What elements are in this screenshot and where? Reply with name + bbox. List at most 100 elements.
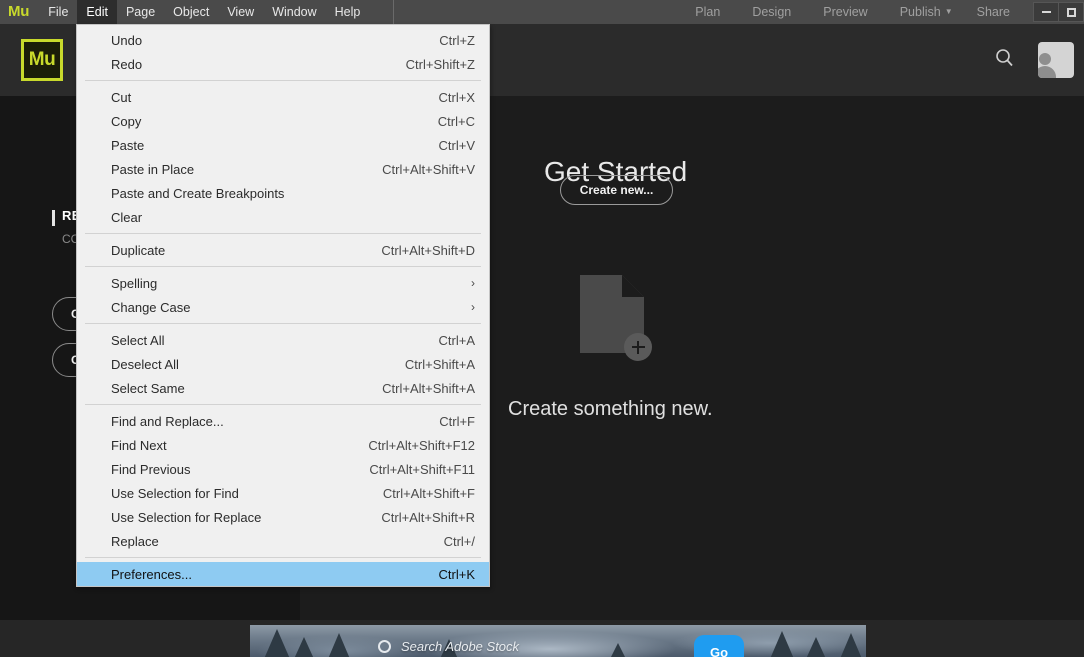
- menu-item-copy[interactable]: Copy Ctrl+C: [77, 109, 489, 133]
- menu-item-shortcut: Ctrl+X: [438, 89, 475, 105]
- menu-item-shortcut: Ctrl+Alt+Shift+F11: [369, 461, 475, 477]
- plus-badge-icon: [624, 333, 652, 361]
- menu-item-shortcut: Ctrl+Shift+A: [404, 356, 475, 372]
- menu-item-label: Deselect All: [111, 356, 179, 372]
- adobe-stock-banner[interactable]: Search Adobe Stock Go: [250, 625, 866, 657]
- menu-item-redo[interactable]: Redo Ctrl+Shift+Z: [77, 52, 489, 76]
- maximize-button[interactable]: [1058, 2, 1084, 22]
- menu-item-select-all[interactable]: Select All Ctrl+A: [77, 328, 489, 352]
- minimize-button[interactable]: [1033, 2, 1059, 22]
- create-new-button[interactable]: Create new...: [560, 175, 673, 205]
- menu-item-find-next[interactable]: Find Next Ctrl+Alt+Shift+F12: [77, 433, 489, 457]
- mode-link-design[interactable]: Design: [736, 0, 807, 24]
- menu-bar-item-window[interactable]: Window: [263, 0, 325, 24]
- mode-link-preview[interactable]: Preview: [807, 0, 883, 24]
- menu-item-label: Paste in Place: [111, 161, 195, 177]
- menu-item-label: Change Case: [111, 299, 191, 315]
- menu-item-cut[interactable]: Cut Ctrl+X: [77, 85, 489, 109]
- menu-item-shortcut: Ctrl+Shift+Z: [405, 56, 475, 72]
- menu-separator: [85, 323, 481, 324]
- menu-item-preferences[interactable]: Preferences... Ctrl+K: [77, 562, 489, 586]
- maximize-icon: [1066, 7, 1076, 17]
- menu-item-shortcut: Ctrl+Alt+Shift+F12: [368, 437, 475, 453]
- menu-item-label: Duplicate: [111, 242, 166, 258]
- menu-separator: [85, 557, 481, 558]
- musе-app-window: Mu File Edit Page Object View Window Help Plan…: [0, 0, 1084, 657]
- document-fold-shape: [622, 275, 644, 297]
- chevron-down-icon[interactable]: ▼: [945, 0, 961, 24]
- menu-separator: [85, 266, 481, 267]
- menu-item-shortcut: Ctrl+C: [437, 113, 475, 129]
- edit-menu-dropdown[interactable]: Undo Ctrl+Z Redo Ctrl+Shift+Z Cut Ctrl+X Copy C…: [76, 24, 490, 587]
- plus-horizontal-bar: [631, 346, 645, 348]
- menu-item-use-selection-for-find[interactable]: Use Selection for Find Ctrl+Alt+Shift+F: [77, 481, 489, 505]
- menu-item-clear[interactable]: Clear: [77, 205, 489, 229]
- menu-item-paste-and-create-breakpoints[interactable]: Paste and Create Breakpoints: [77, 181, 489, 205]
- header-right-group: [994, 24, 1074, 96]
- menu-item-duplicate[interactable]: Duplicate Ctrl+Alt+Shift+D: [77, 238, 489, 262]
- menu-item-label: Find and Replace...: [111, 413, 224, 429]
- menu-item-paste[interactable]: Paste Ctrl+V: [77, 133, 489, 157]
- menu-item-shortcut: Ctrl+/: [443, 533, 475, 549]
- menu-bar-item-view[interactable]: View: [218, 0, 263, 24]
- panel-title-accent: [52, 210, 55, 226]
- muse-logo-text: Mu: [28, 49, 56, 70]
- mode-link-plan[interactable]: Plan: [679, 0, 736, 24]
- menu-item-shortcut: Ctrl+Alt+Shift+A: [382, 380, 475, 396]
- menu-bar-item-page[interactable]: Page: [117, 0, 164, 24]
- menu-item-shortcut: Ctrl+Alt+Shift+D: [381, 242, 475, 258]
- menu-item-shortcut: Ctrl+Alt+Shift+V: [382, 161, 475, 177]
- get-started-subtitle: Create something new.: [508, 398, 713, 420]
- minimize-icon: [1041, 11, 1051, 13]
- menu-item-shortcut: Ctrl+Alt+Shift+R: [381, 509, 475, 525]
- menu-item-label: Paste: [111, 137, 145, 153]
- menu-item-label: Select Same: [111, 380, 185, 396]
- avatar[interactable]: [1038, 42, 1074, 78]
- stock-go-button[interactable]: Go: [694, 635, 744, 657]
- menu-item-paste-in-place[interactable]: Paste in Place Ctrl+Alt+Shift+V: [77, 157, 489, 181]
- menu-item-replace[interactable]: Replace Ctrl+/: [77, 529, 489, 553]
- search-icon[interactable]: [994, 47, 1016, 74]
- menu-item-use-selection-for-replace[interactable]: Use Selection for Replace Ctrl+Alt+Shift+…: [77, 505, 489, 529]
- menu-bar-item-file[interactable]: File: [39, 0, 77, 24]
- menu-item-label: Use Selection for Find: [111, 485, 239, 501]
- menu-bar-item-help[interactable]: Help: [326, 0, 370, 24]
- stock-search-group[interactable]: Search Adobe Stock: [378, 639, 519, 654]
- mode-link-share[interactable]: Share: [961, 0, 1026, 24]
- stock-search-input[interactable]: Search Adobe Stock: [401, 639, 519, 654]
- menu-item-deselect-all[interactable]: Deselect All Ctrl+Shift+A: [77, 352, 489, 376]
- menu-separator: [85, 404, 481, 405]
- menu-item-label: Replace: [111, 533, 159, 549]
- window-controls: [1033, 0, 1084, 24]
- menu-item-find-previous[interactable]: Find Previous Ctrl+Alt+Shift+F11: [77, 457, 489, 481]
- muse-logo: Mu: [21, 39, 63, 81]
- menu-bar-item-edit[interactable]: Edit: [77, 0, 117, 24]
- menu-item-label: Cut: [111, 89, 132, 105]
- menu-bar-right-group: Plan Design Preview Publish ▼ Share: [679, 0, 1084, 24]
- menu-item-shortcut: Ctrl+A: [438, 332, 475, 348]
- chevron-right-icon: ›: [471, 300, 475, 314]
- avatar-body-icon: [1038, 66, 1056, 78]
- menu-item-label: Find Next: [111, 437, 167, 453]
- menu-bar-items: File Edit Page Object View Window Help: [39, 0, 369, 24]
- menu-item-undo[interactable]: Undo Ctrl+Z: [77, 28, 489, 52]
- menu-item-label: Find Previous: [111, 461, 191, 477]
- menu-separator: [85, 80, 481, 81]
- menu-item-select-same[interactable]: Select Same Ctrl+Alt+Shift+A: [77, 376, 489, 400]
- menu-item-label: Paste and Create Breakpoints: [111, 185, 285, 201]
- new-document-icon: [580, 275, 652, 361]
- menu-item-label: Redo: [111, 56, 143, 72]
- menu-item-label: Clear: [111, 209, 143, 225]
- menu-bar-item-object[interactable]: Object: [164, 0, 218, 24]
- menu-item-shortcut: Ctrl+Z: [439, 32, 475, 48]
- menu-item-spelling[interactable]: Spelling ›: [77, 271, 489, 295]
- menu-item-label: Select All: [111, 332, 165, 348]
- menu-item-find-and-replace[interactable]: Find and Replace... Ctrl+F: [77, 409, 489, 433]
- search-icon: [378, 640, 391, 653]
- menu-item-change-case[interactable]: Change Case ›: [77, 295, 489, 319]
- avatar-head-icon: [1039, 53, 1051, 65]
- menu-item-shortcut: Ctrl+Alt+Shift+F: [382, 485, 475, 501]
- chevron-right-icon: ›: [471, 276, 475, 290]
- app-brand-mark: Mu: [8, 3, 30, 20]
- menu-item-label: Use Selection for Replace: [111, 509, 262, 525]
